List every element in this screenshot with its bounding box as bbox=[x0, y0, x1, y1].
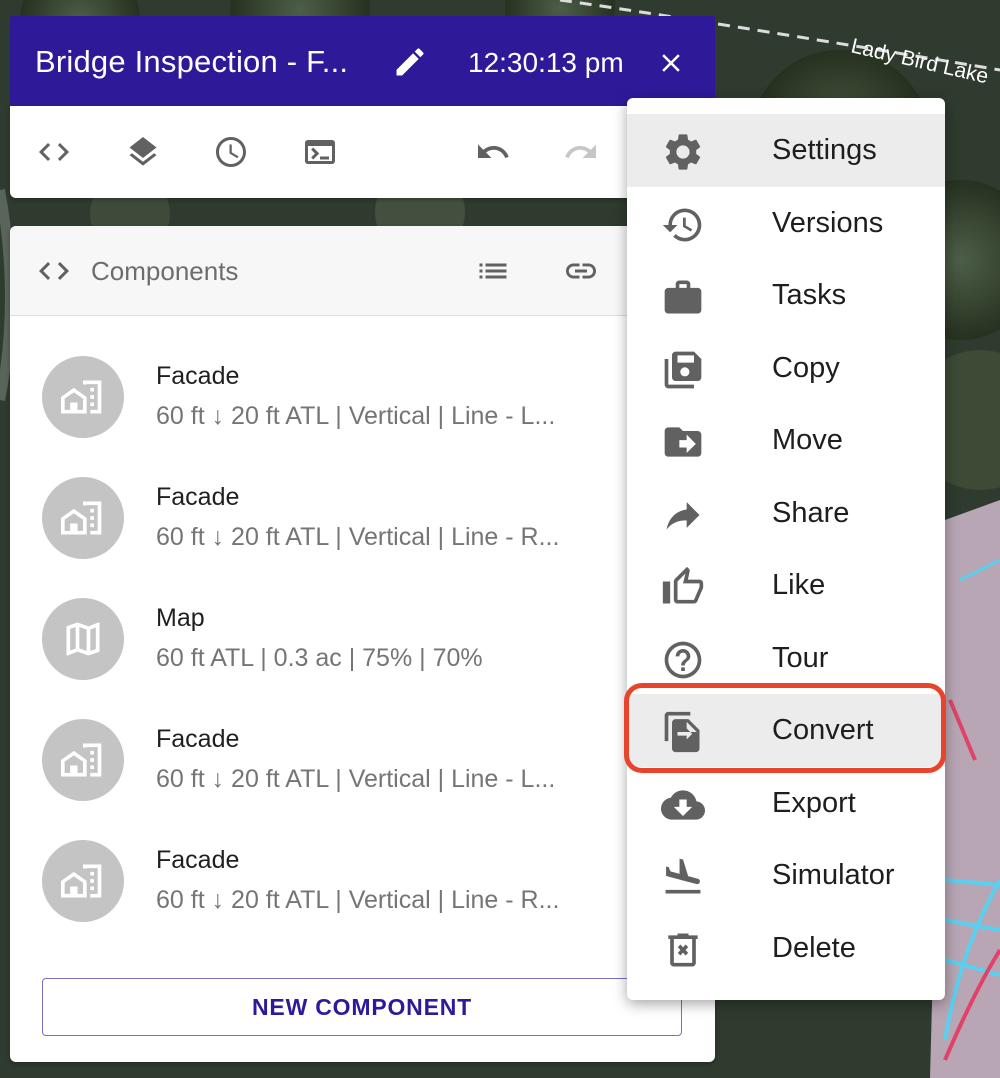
copy-save-icon bbox=[664, 351, 702, 388]
project-title[interactable]: Bridge Inspection - F... bbox=[35, 44, 348, 80]
component-name: Facade bbox=[156, 362, 240, 390]
folder-move-icon bbox=[664, 427, 702, 457]
list-icon[interactable] bbox=[475, 253, 511, 289]
code-icon bbox=[39, 262, 69, 280]
menu-item-tasks[interactable]: Tasks bbox=[627, 259, 945, 332]
redo-icon[interactable] bbox=[563, 134, 599, 170]
edit-pencil-icon[interactable] bbox=[392, 44, 428, 80]
menu-item-label: Settings bbox=[772, 134, 877, 166]
component-avatar bbox=[42, 477, 124, 559]
clock-icon[interactable] bbox=[213, 134, 249, 170]
menu-item-move[interactable]: Move bbox=[627, 404, 945, 477]
menu-item-label: Simulator bbox=[772, 859, 895, 891]
briefcase-icon bbox=[664, 280, 702, 314]
share-icon bbox=[666, 501, 700, 530]
link-icon[interactable] bbox=[563, 253, 599, 289]
component-meta: 60 ft ↓ 20 ft ATL | Vertical | Line - L.… bbox=[156, 765, 556, 793]
menu-item-like[interactable]: Like bbox=[627, 549, 945, 622]
menu-item-label: Delete bbox=[772, 931, 856, 964]
gear-icon bbox=[665, 134, 701, 170]
components-panel: Components Facade 60 ft ↓ 20 ft ATL | Ve… bbox=[10, 226, 715, 1062]
component-name: Facade bbox=[156, 846, 240, 874]
menu-item-label: Tour bbox=[772, 641, 829, 674]
component-meta: 60 ft ↓ 20 ft ATL | Vertical | Line - R.… bbox=[156, 886, 560, 914]
component-meta: 60 ft ↓ 20 ft ATL | Vertical | Line - L.… bbox=[156, 402, 556, 430]
menu-item-label: Versions bbox=[772, 206, 884, 239]
undo-icon[interactable] bbox=[475, 134, 511, 170]
component-avatar bbox=[42, 840, 124, 922]
menu-item-copy[interactable]: Copy bbox=[627, 332, 945, 405]
component-avatar bbox=[42, 598, 124, 680]
menu-item-label: Export bbox=[772, 786, 856, 819]
thumbs-up-icon bbox=[662, 566, 704, 604]
component-name: Facade bbox=[156, 725, 240, 753]
facade-icon bbox=[61, 864, 102, 898]
menu-item-label: Copy bbox=[772, 351, 840, 384]
menu-item-simulator[interactable]: Simulator bbox=[627, 839, 945, 912]
map-icon bbox=[66, 622, 100, 656]
component-avatar bbox=[42, 719, 124, 801]
toolbar bbox=[10, 106, 715, 198]
menu-item-delete[interactable]: Delete bbox=[627, 912, 945, 985]
trash-icon bbox=[668, 933, 698, 966]
new-component-button[interactable]: NEW COMPONENT bbox=[42, 978, 682, 1036]
facade-icon bbox=[61, 501, 102, 535]
project-menu: Settings Versions Tasks Copy Move Share bbox=[627, 98, 945, 1000]
code-icon[interactable] bbox=[36, 134, 72, 170]
component-row[interactable]: Facade 60 ft ↓ 20 ft ATL | Vertical | Li… bbox=[10, 463, 715, 573]
component-name: Map bbox=[156, 604, 205, 632]
component-row[interactable]: Map 60 ft ATL | 0.3 ac | 75% | 70% bbox=[10, 584, 715, 694]
menu-item-export[interactable]: Export bbox=[627, 767, 945, 840]
components-header: Components bbox=[10, 226, 715, 316]
clock-time: 12:30:13 pm bbox=[468, 47, 624, 78]
component-row[interactable]: Facade 60 ft ↓ 20 ft ATL | Vertical | Li… bbox=[10, 705, 715, 815]
menu-item-versions[interactable]: Versions bbox=[627, 187, 945, 260]
close-icon[interactable] bbox=[656, 48, 686, 78]
cloud-download-icon bbox=[661, 789, 705, 820]
menu-item-label: Share bbox=[772, 496, 850, 529]
menu-item-share[interactable]: Share bbox=[627, 477, 945, 550]
component-name: Facade bbox=[156, 483, 240, 511]
component-row[interactable]: Facade 60 ft ↓ 20 ft ATL | Vertical | Li… bbox=[10, 826, 715, 936]
component-row[interactable]: Facade 60 ft ↓ 20 ft ATL | Vertical | Li… bbox=[10, 342, 715, 452]
facade-icon bbox=[61, 380, 102, 414]
airplane-landing-icon bbox=[665, 858, 701, 894]
menu-item-label: Like bbox=[772, 569, 826, 601]
facade-icon bbox=[61, 743, 102, 777]
menu-item-label: Move bbox=[772, 424, 843, 456]
convert-highlight-ring bbox=[624, 683, 946, 773]
menu-item-settings[interactable]: Settings bbox=[627, 114, 945, 187]
component-meta: 60 ft ATL | 0.3 ac | 75% | 70% bbox=[156, 644, 483, 672]
component-avatar bbox=[42, 356, 124, 438]
component-meta: 60 ft ↓ 20 ft ATL | Vertical | Line - R.… bbox=[156, 523, 560, 551]
components-title: Components bbox=[91, 256, 239, 286]
layers-icon[interactable] bbox=[125, 134, 161, 170]
history-icon bbox=[662, 208, 702, 242]
menu-item-label: Tasks bbox=[772, 279, 847, 311]
terminal-icon[interactable] bbox=[302, 134, 338, 170]
help-circle-icon bbox=[664, 641, 702, 678]
project-header: Bridge Inspection - F... 12:30:13 pm bbox=[10, 16, 715, 106]
